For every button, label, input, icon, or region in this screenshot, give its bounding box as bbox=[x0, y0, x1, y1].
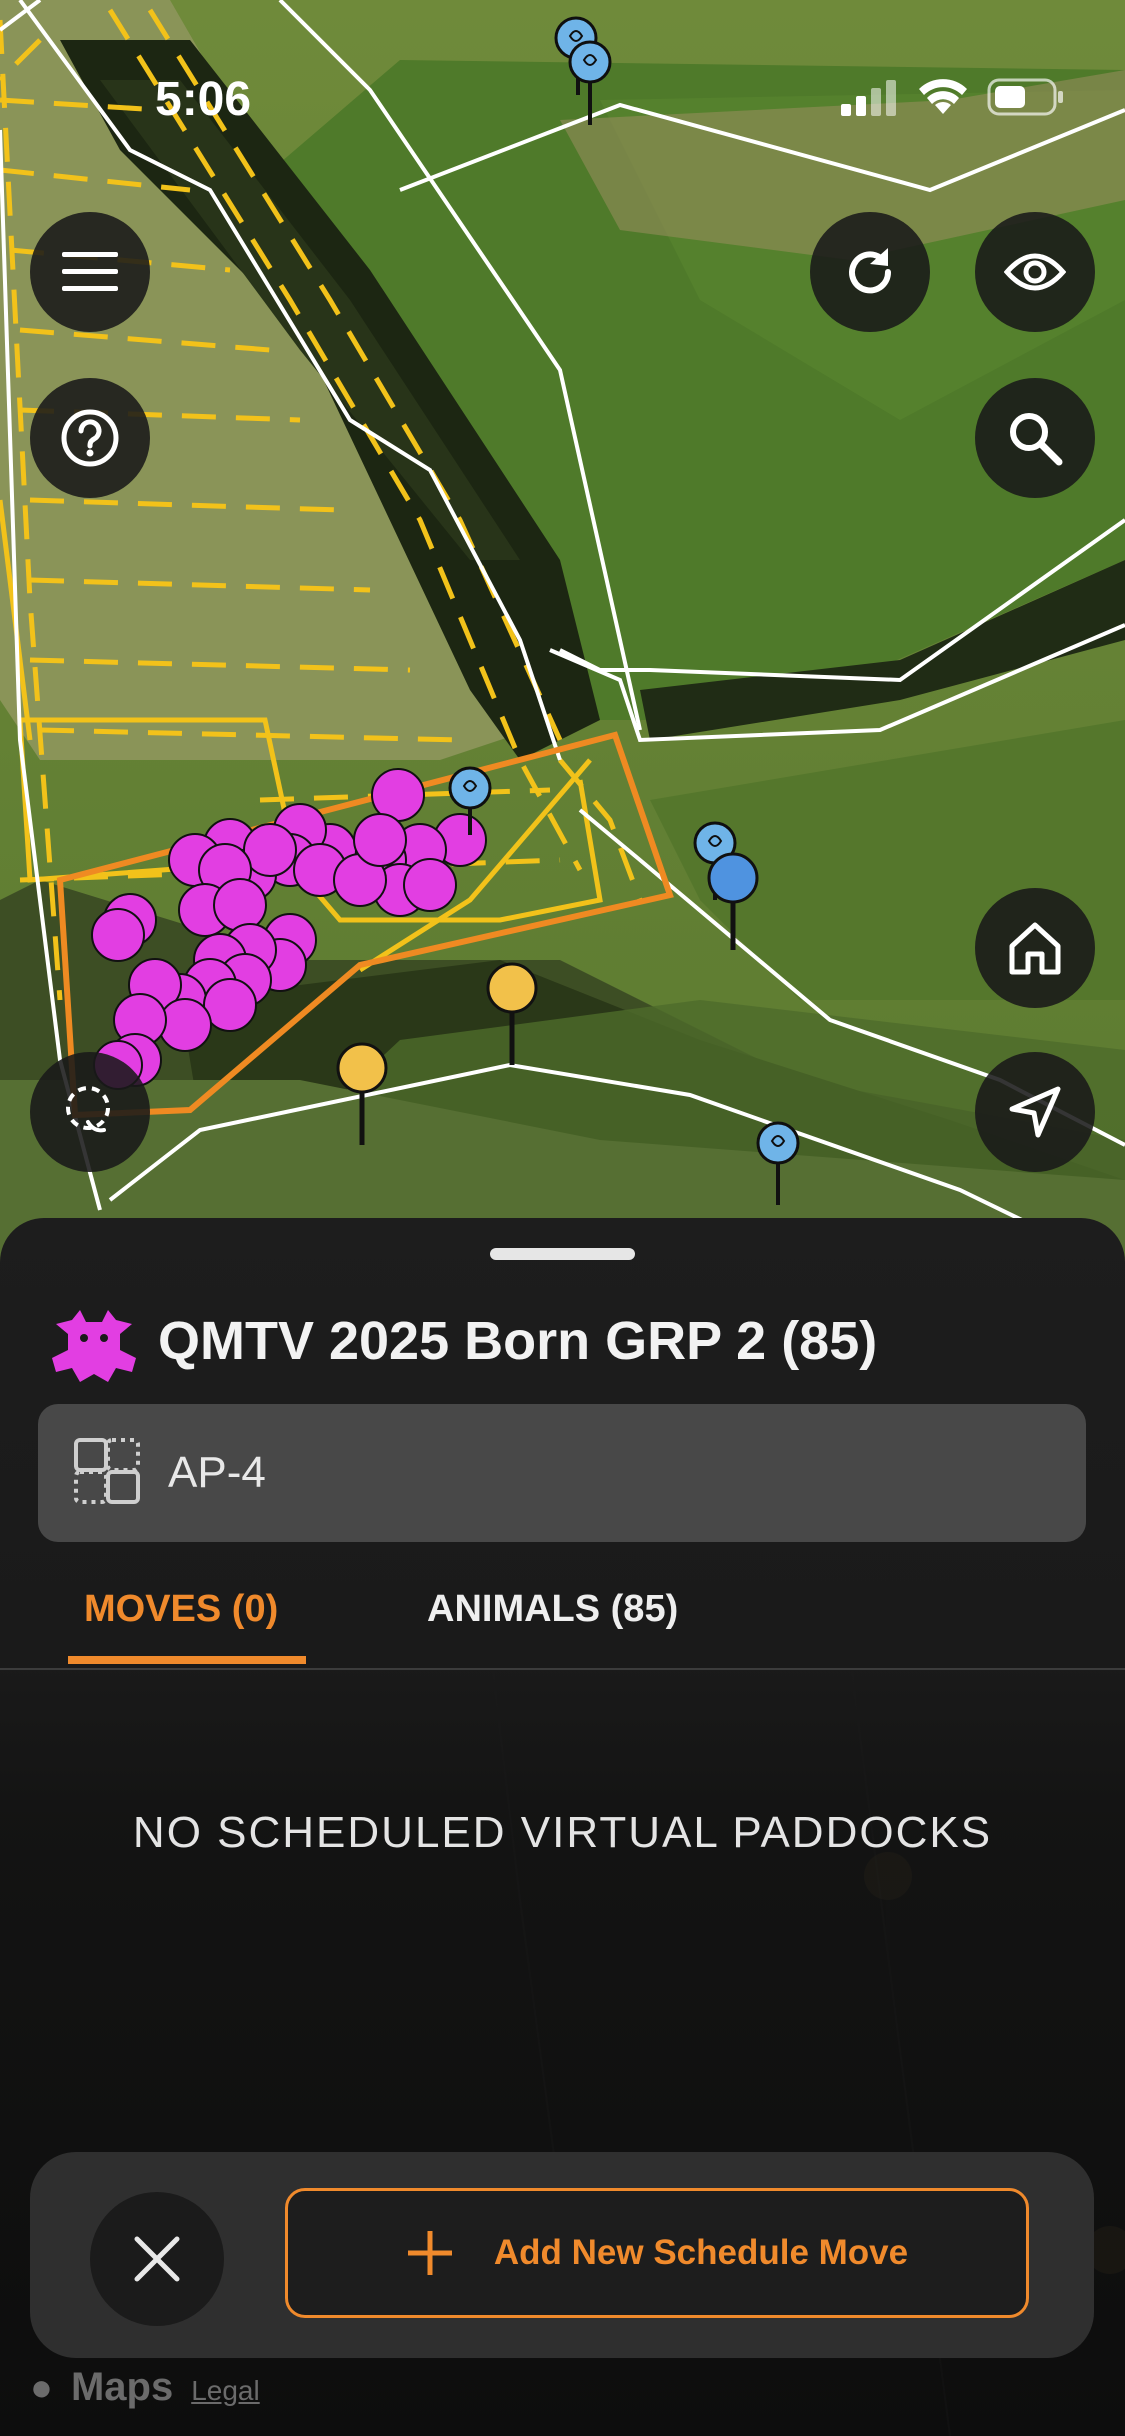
search-button[interactable] bbox=[975, 378, 1095, 498]
action-bar: Add New Schedule Move bbox=[30, 2152, 1094, 2358]
close-button[interactable] bbox=[90, 2192, 224, 2326]
lasso-select-button[interactable] bbox=[30, 1052, 150, 1172]
cow-icon bbox=[52, 1310, 136, 1382]
tab-moves[interactable]: MOVES (0) bbox=[84, 1588, 278, 1631]
empty-state-message: NO SCHEDULED VIRTUAL PADDOCKS bbox=[132, 1808, 993, 1857]
battery-icon bbox=[987, 78, 1063, 116]
plus-icon bbox=[407, 2231, 452, 2275]
refresh-icon bbox=[849, 248, 892, 294]
home-button[interactable] bbox=[975, 888, 1095, 1008]
home-icon bbox=[1009, 922, 1061, 975]
wifi-icon bbox=[919, 79, 967, 114]
sheet-tabs: MOVES (0) ANIMALS (85) bbox=[0, 1568, 1125, 1670]
visibility-button[interactable] bbox=[975, 212, 1095, 332]
menu-icon bbox=[62, 252, 118, 291]
menu-button[interactable] bbox=[30, 212, 150, 332]
cellular-signal-icon bbox=[841, 80, 896, 116]
add-schedule-move-button[interactable]: Add New Schedule Move bbox=[285, 2188, 1029, 2318]
paddock-label: AP-4 bbox=[168, 1448, 266, 1497]
eye-icon bbox=[1004, 253, 1066, 291]
apple-logo-icon: ● bbox=[30, 2367, 53, 2409]
add-schedule-move-label: Add New Schedule Move bbox=[493, 2233, 909, 2272]
active-tab-indicator bbox=[68, 1656, 306, 1664]
sheet-grabber[interactable] bbox=[490, 1248, 635, 1260]
herd-title: QMTV 2025 Born GRP 2 (85) bbox=[158, 1311, 878, 1371]
lasso-icon bbox=[66, 1086, 110, 1133]
help-icon bbox=[61, 409, 119, 467]
maps-label: Maps bbox=[70, 2365, 174, 2409]
maps-attribution: ● Maps Legal bbox=[30, 2365, 260, 2410]
paddock-selector[interactable]: AP-4 bbox=[38, 1404, 1086, 1542]
close-icon bbox=[134, 2236, 180, 2282]
locate-button[interactable] bbox=[975, 1052, 1095, 1172]
legal-link[interactable]: Legal bbox=[191, 2375, 260, 2407]
status-icons bbox=[841, 78, 1065, 116]
tab-animals[interactable]: ANIMALS (85) bbox=[427, 1588, 678, 1631]
paddock-icon bbox=[74, 1438, 140, 1504]
help-button[interactable] bbox=[30, 378, 150, 498]
status-time: 5:06 bbox=[155, 73, 252, 126]
refresh-button[interactable] bbox=[810, 212, 930, 332]
search-icon bbox=[1010, 413, 1063, 466]
location-arrow-icon bbox=[1009, 1086, 1061, 1138]
